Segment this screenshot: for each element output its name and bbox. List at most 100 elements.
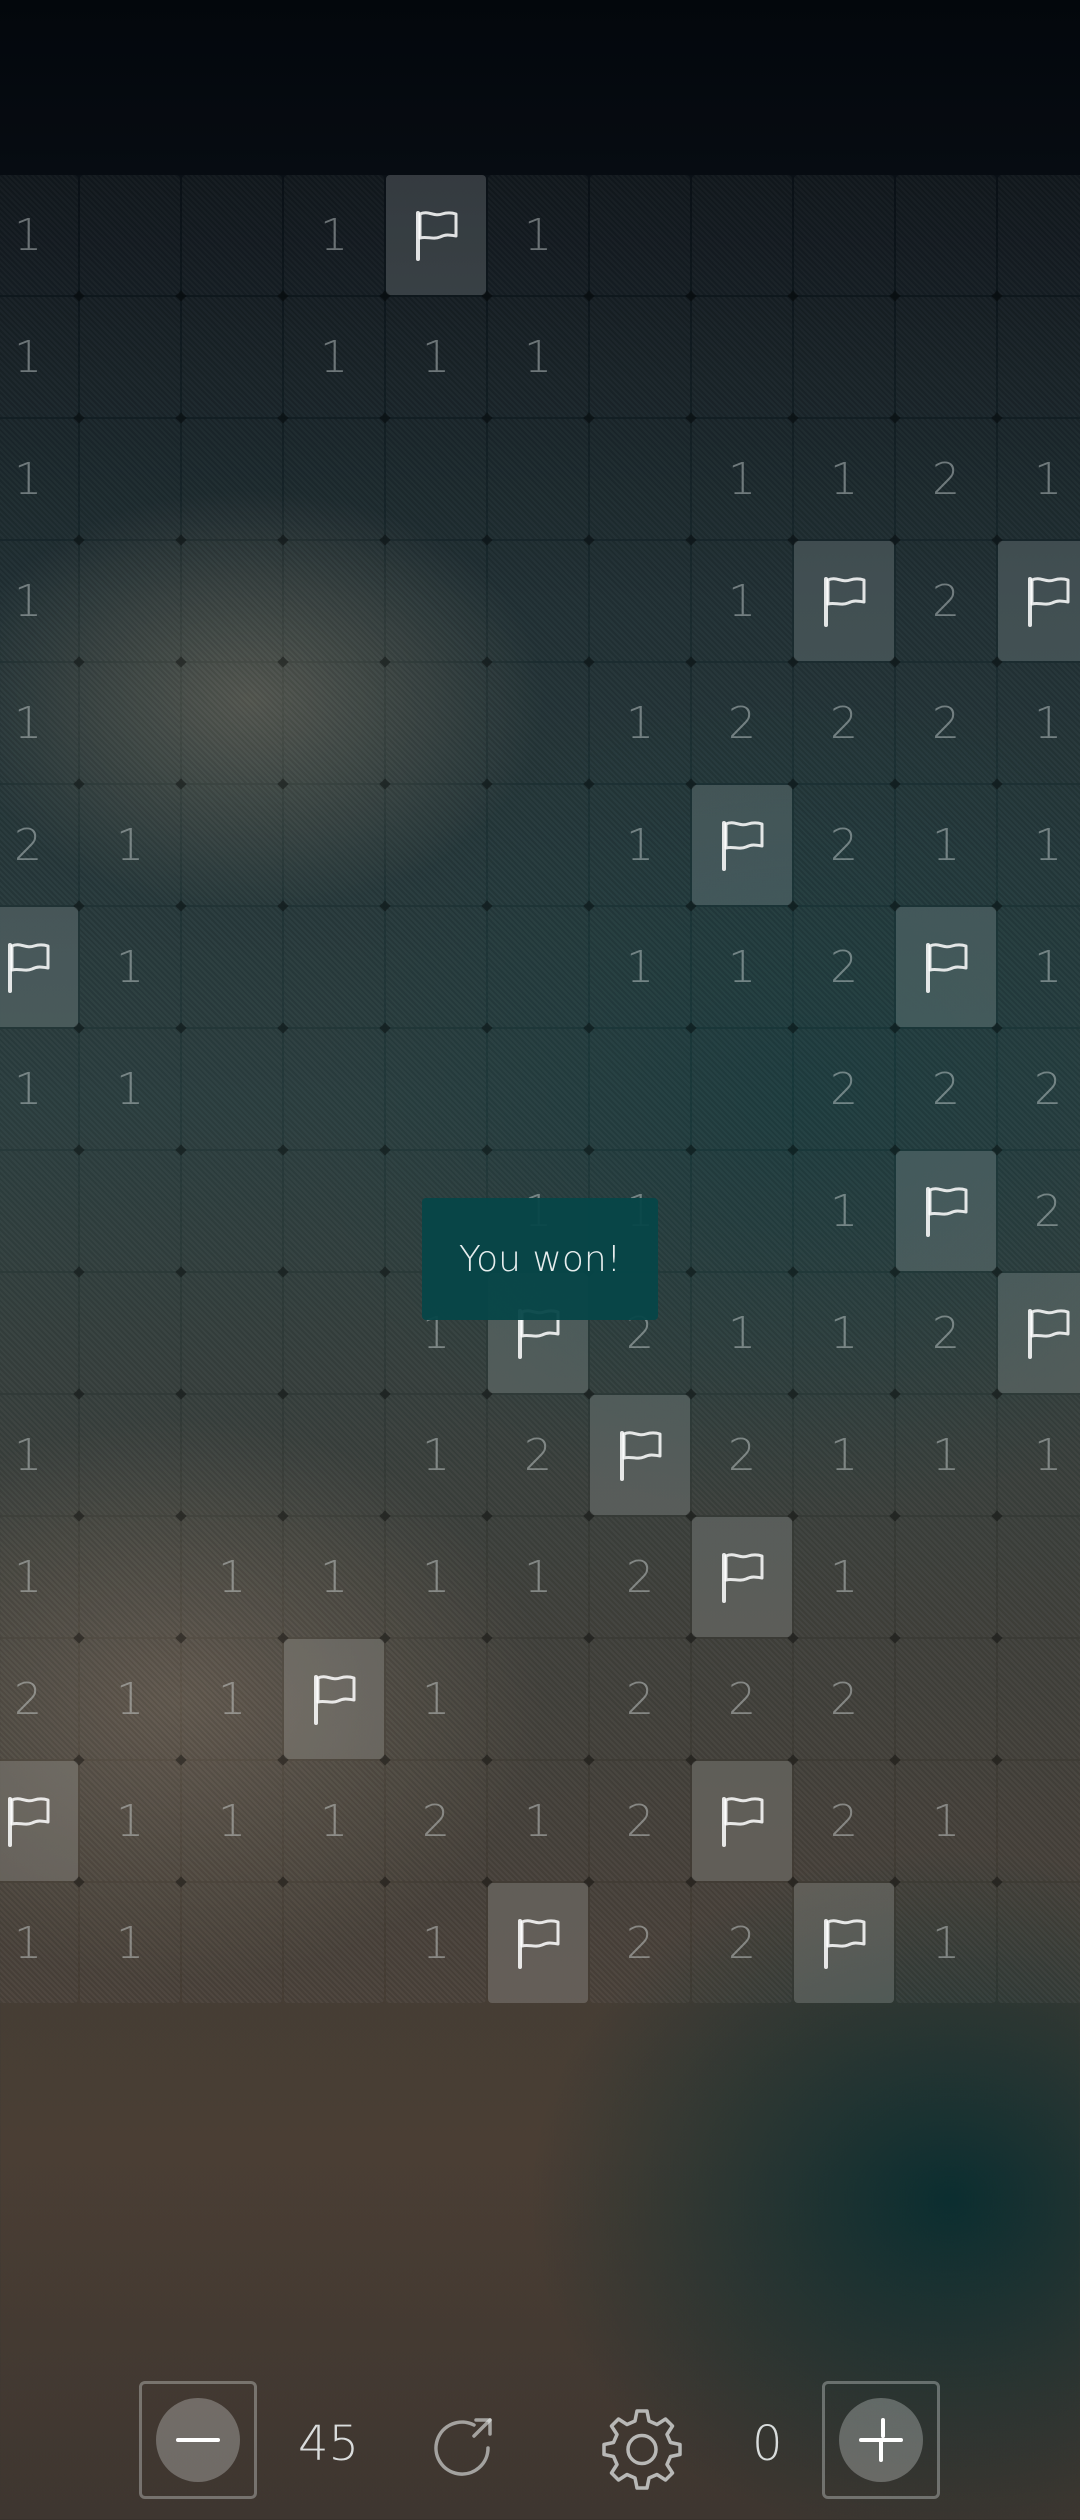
board-cell[interactable]: 2 (692, 1639, 792, 1759)
board-cell[interactable] (590, 175, 690, 295)
board-cell[interactable]: 2 (896, 1029, 996, 1149)
flagged-cell[interactable] (794, 1883, 894, 2003)
game-board[interactable]: 1 1 1 1 1 1 1 1 1 1 2 1 1 1 2 1 1 2 2 2 1 2 1 1 2 1 1 1 1 1 2 1 1 1 2 2 2 1 1 1… (0, 175, 1080, 2005)
board-cell[interactable] (998, 1639, 1080, 1759)
board-cell[interactable] (998, 1761, 1080, 1881)
board-cell[interactable] (182, 541, 282, 661)
board-cell[interactable] (182, 175, 282, 295)
board-cell[interactable] (182, 1151, 282, 1271)
board-cell[interactable]: 1 (0, 1029, 78, 1149)
board-cell[interactable] (896, 1639, 996, 1759)
board-cell[interactable] (284, 541, 384, 661)
board-cell[interactable] (590, 541, 690, 661)
board-cell[interactable]: 2 (794, 1761, 894, 1881)
board-cell[interactable] (488, 785, 588, 905)
board-cell[interactable]: 1 (0, 175, 78, 295)
board-cell[interactable]: 1 (692, 907, 792, 1027)
board-cell[interactable] (182, 1029, 282, 1149)
board-cell[interactable] (488, 541, 588, 661)
board-cell[interactable]: 2 (692, 1883, 792, 2003)
board-cell[interactable]: 2 (590, 1517, 690, 1637)
board-cell[interactable]: 2 (794, 907, 894, 1027)
board-cell[interactable]: 1 (794, 419, 894, 539)
board-cell[interactable]: 2 (0, 785, 78, 905)
board-cell[interactable] (488, 1639, 588, 1759)
board-cell[interactable]: 2 (692, 1395, 792, 1515)
board-cell[interactable] (182, 663, 282, 783)
board-cell[interactable]: 1 (692, 1273, 792, 1393)
board-cell[interactable] (590, 1029, 690, 1149)
board-cell[interactable] (488, 663, 588, 783)
board-cell[interactable] (80, 663, 180, 783)
flagged-cell[interactable] (896, 907, 996, 1027)
board-cell[interactable]: 1 (284, 1517, 384, 1637)
board-cell[interactable] (794, 175, 894, 295)
board-cell[interactable]: 1 (386, 1883, 486, 2003)
board-cell[interactable]: 1 (284, 1761, 384, 1881)
flagged-cell[interactable] (896, 1151, 996, 1271)
board-cell[interactable] (182, 1395, 282, 1515)
board-cell[interactable]: 1 (998, 785, 1080, 905)
board-cell[interactable]: 2 (794, 663, 894, 783)
board-cell[interactable]: 1 (284, 175, 384, 295)
board-cell[interactable] (80, 1151, 180, 1271)
board-cell[interactable] (80, 297, 180, 417)
flagged-cell[interactable] (590, 1395, 690, 1515)
flagged-cell[interactable] (0, 907, 78, 1027)
board-cell[interactable] (80, 1517, 180, 1637)
board-cell[interactable] (182, 419, 282, 539)
board-cell[interactable] (896, 1517, 996, 1637)
board-cell[interactable] (80, 1395, 180, 1515)
board-cell[interactable]: 1 (0, 1395, 78, 1515)
board-cell[interactable] (998, 1517, 1080, 1637)
board-cell[interactable] (284, 1029, 384, 1149)
board-cell[interactable]: 1 (80, 907, 180, 1027)
board-cell[interactable] (692, 1151, 792, 1271)
board-cell[interactable]: 1 (794, 1517, 894, 1637)
board-cell[interactable]: 1 (998, 663, 1080, 783)
flagged-cell[interactable] (692, 1517, 792, 1637)
board-cell[interactable] (182, 1883, 282, 2003)
board-cell[interactable]: 1 (488, 1517, 588, 1637)
board-cell[interactable]: 1 (590, 785, 690, 905)
board-cell[interactable]: 1 (998, 1395, 1080, 1515)
board-cell[interactable] (386, 541, 486, 661)
restart-button[interactable] (424, 2408, 504, 2492)
board-cell[interactable]: 1 (692, 541, 792, 661)
board-cell[interactable] (998, 175, 1080, 295)
board-cell[interactable]: 2 (896, 1273, 996, 1393)
board-cell[interactable] (794, 297, 894, 417)
board-cell[interactable]: 2 (896, 541, 996, 661)
board-cell[interactable] (284, 1151, 384, 1271)
board-cell[interactable]: 1 (0, 1517, 78, 1637)
board-cell[interactable] (896, 175, 996, 295)
board-cell[interactable]: 1 (80, 1883, 180, 2003)
board-cell[interactable]: 2 (998, 1029, 1080, 1149)
settings-button[interactable] (599, 2405, 685, 2495)
board-cell[interactable]: 1 (0, 541, 78, 661)
flagged-cell[interactable] (0, 1761, 78, 1881)
board-cell[interactable]: 1 (896, 1761, 996, 1881)
board-cell[interactable]: 1 (896, 1883, 996, 2003)
board-cell[interactable]: 1 (896, 1395, 996, 1515)
board-cell[interactable] (182, 297, 282, 417)
board-cell[interactable]: 2 (692, 663, 792, 783)
board-cell[interactable]: 1 (590, 907, 690, 1027)
board-cell[interactable]: 1 (998, 907, 1080, 1027)
flagged-cell[interactable] (692, 785, 792, 905)
board-cell[interactable] (284, 419, 384, 539)
board-cell[interactable] (488, 1029, 588, 1149)
board-cell[interactable]: 2 (896, 419, 996, 539)
board-cell[interactable]: 1 (590, 663, 690, 783)
board-cell[interactable]: 1 (80, 1761, 180, 1881)
board-cell[interactable] (386, 663, 486, 783)
board-cell[interactable]: 1 (386, 1395, 486, 1515)
board-cell[interactable]: 1 (998, 419, 1080, 539)
board-cell[interactable]: 1 (80, 1029, 180, 1149)
board-cell[interactable] (590, 419, 690, 539)
board-cell[interactable]: 1 (80, 1639, 180, 1759)
board-cell[interactable]: 1 (386, 297, 486, 417)
board-cell[interactable]: 2 (386, 1761, 486, 1881)
board-cell[interactable]: 2 (0, 1639, 78, 1759)
flagged-cell[interactable] (794, 541, 894, 661)
